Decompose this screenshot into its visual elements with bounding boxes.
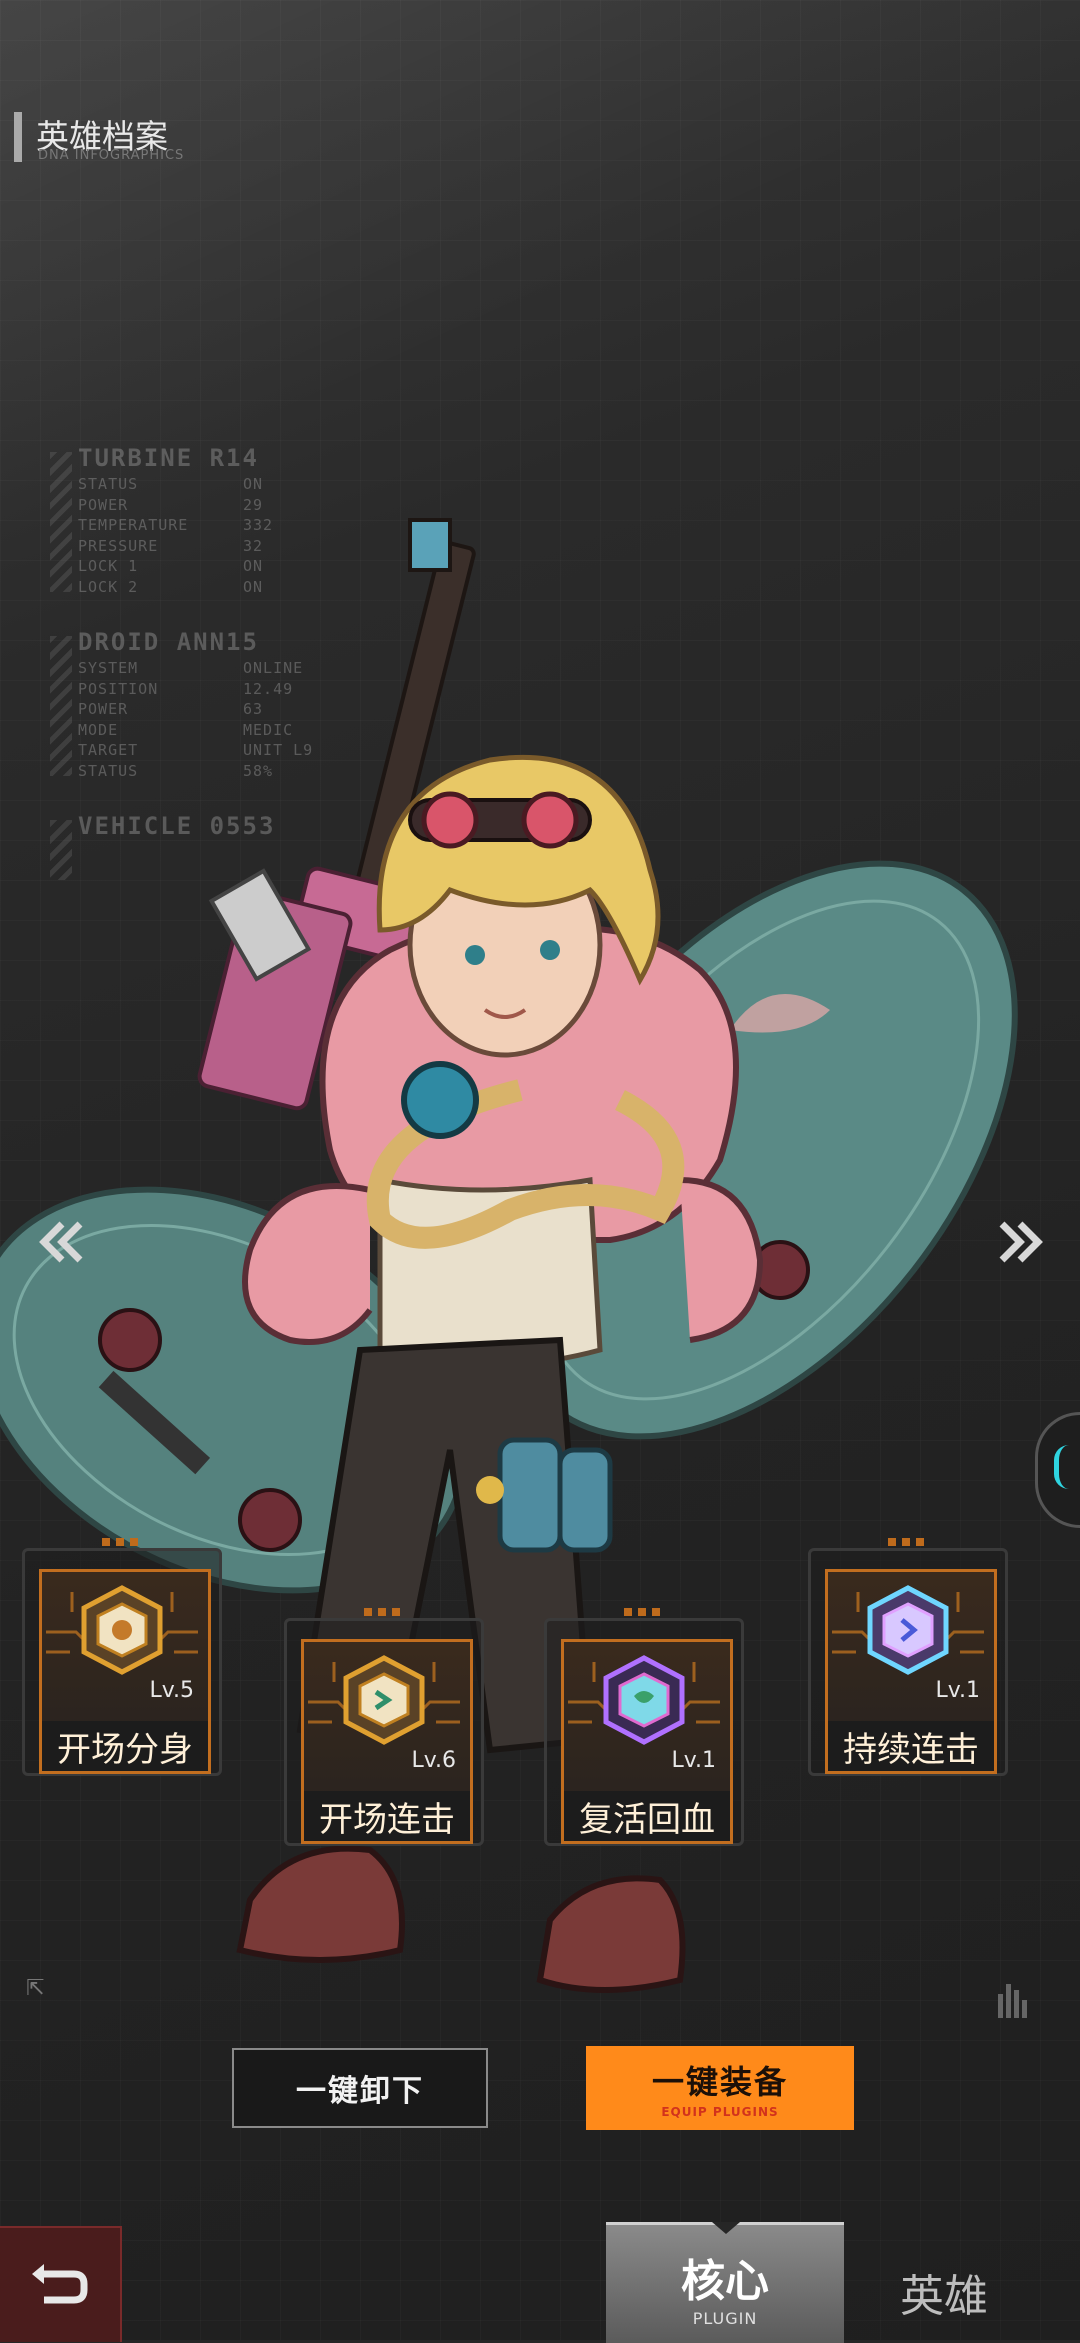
prev-hero-button[interactable] [32,1212,92,1272]
plugin-card[interactable]: Lv.1 持续连击 [808,1538,1008,1776]
plugin-level: Lv.1 [671,1748,716,1773]
tab-hero[interactable]: 英雄 [900,2260,988,2324]
plugin-name: 持续连击 [843,1729,979,1770]
next-hero-button[interactable] [990,1212,1050,1272]
plugin-name: 开场连击 [319,1799,455,1840]
expand-corner-icon: ⇱ [26,1976,45,2001]
tab-core-label: 核心 [681,2256,769,2307]
plugin-name: 开场分身 [57,1729,193,1770]
plugin-level: Lv.1 [935,1678,980,1703]
plugin-badge-icon [81,1585,163,1675]
plugin-card[interactable]: Lv.1 复活回血 [544,1608,744,1846]
hero-character-illustration [0,518,1018,1993]
return-arrow-icon [32,2264,88,2304]
plugin-card[interactable]: Lv.5 开场分身 [22,1538,222,1776]
plugin-name: 复活回血 [579,1799,715,1840]
plugin-level: Lv.6 [411,1748,456,1773]
plugin-card[interactable]: Lv.6 开场连击 [284,1608,484,1846]
unequip-all-label: 一键卸下 [296,2074,424,2109]
equip-all-button[interactable]: 一键装备 EQUIP PLUGINS [586,2046,854,2130]
back-button[interactable] [0,2226,122,2342]
equalizer-icon [998,1984,1027,2018]
tab-core-sublabel: PLUGIN [692,2309,758,2328]
equip-all-label: 一键装备 [651,2063,788,2101]
handle-indicator-icon [1054,1445,1069,1489]
plugin-badge-icon [867,1585,949,1675]
plugin-level: Lv.5 [149,1678,194,1703]
plugin-badge-icon [343,1655,425,1745]
double-chevron-right-icon [999,1221,1043,1263]
plugin-badge-icon [603,1655,685,1745]
double-chevron-left-icon [39,1221,83,1263]
tab-core[interactable]: 核心 PLUGIN [606,2222,844,2343]
unequip-all-button[interactable]: 一键卸下 [232,2048,488,2128]
equip-all-sublabel: EQUIP PLUGINS [661,2105,779,2119]
